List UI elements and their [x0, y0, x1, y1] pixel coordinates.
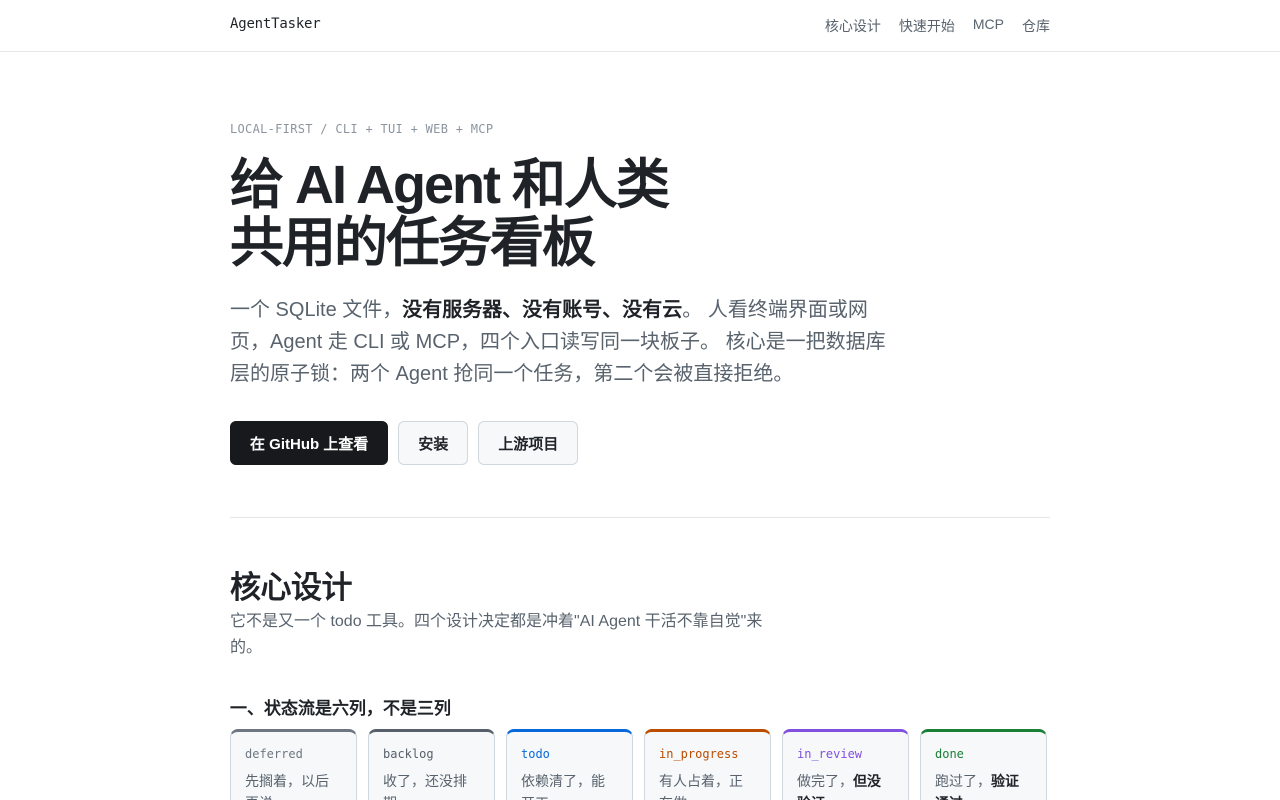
state-description: 依赖清了，能开工 [521, 770, 618, 800]
upstream-button[interactable]: 上游项目 [478, 421, 579, 465]
state-name: in_review [797, 747, 863, 761]
nav-link-mcp[interactable]: MCP [973, 16, 1004, 36]
core-design-description: 它不是又一个 todo 工具。四个设计决定都是冲着"AI Agent 干活不靠自… [230, 613, 763, 656]
state-text: 先搁着，以后再说 [245, 773, 329, 800]
state-description: 收了，还没排期 [383, 770, 480, 800]
state-text: 有人占着，正在做 [659, 773, 743, 800]
state-text: 做完了， [797, 773, 853, 789]
nav-link-repo[interactable]: 仓库 [1022, 16, 1050, 36]
nav-link-quick-start[interactable]: 快速开始 [899, 16, 955, 36]
hero-title-line-2: 共用的任务看板 [230, 213, 596, 273]
state-description: 先搁着，以后再说 [245, 770, 342, 800]
top-navbar: AgentTasker 核心设计 快速开始 MCP 仓库 [0, 0, 1280, 52]
brand-logo[interactable]: AgentTasker [230, 16, 321, 32]
hero-title-line-1: 给 AI Agent 和人类 [230, 155, 670, 215]
state-columns: deferred 先搁着，以后再说 backlog 收了，还没排期 todo 依… [230, 729, 1050, 800]
state-card-done: done 跑过了，验证通过 [920, 729, 1047, 800]
hero-desc-prefix: 一个 SQLite 文件， [230, 299, 403, 321]
state-description: 有人占着，正在做 [659, 770, 756, 800]
state-text: 依赖清了，能开工 [521, 773, 605, 800]
top-nav: 核心设计 快速开始 MCP 仓库 [825, 16, 1050, 36]
state-text: 跑过了， [935, 773, 991, 789]
core-design-title: 核心设计 [230, 570, 353, 605]
nav-link-core-design[interactable]: 核心设计 [825, 16, 881, 36]
state-card-todo: todo 依赖清了，能开工 [506, 729, 633, 800]
state-name: backlog [383, 747, 434, 761]
state-card-deferred: deferred 先搁着，以后再说 [230, 729, 357, 800]
state-flow-subtitle: 一、状态流是六列，不是三列 [230, 699, 451, 718]
github-button[interactable]: 在 GitHub 上查看 [230, 421, 389, 465]
state-name: done [935, 747, 964, 761]
state-card-backlog: backlog 收了，还没排期 [368, 729, 495, 800]
hero-description: 一个 SQLite 文件，没有服务器、没有账号、没有云。 人看终端界面或网页，A… [230, 294, 890, 390]
state-card-in-review: in_review 做完了，但没验证 [782, 729, 909, 800]
hero-kicker: LOCAL-FIRST / CLI + TUI + WEB + MCP [230, 122, 494, 136]
section-divider [230, 517, 1050, 518]
state-text: 收了，还没排期 [383, 773, 467, 800]
install-button[interactable]: 安装 [398, 421, 469, 465]
state-name: deferred [245, 747, 303, 761]
state-description: 跑过了，验证通过 [935, 770, 1032, 800]
state-card-in-progress: in_progress 有人占着，正在做 [644, 729, 771, 800]
state-name: todo [521, 747, 550, 761]
state-description: 做完了，但没验证 [797, 770, 894, 800]
hero-title: 给 AI Agent 和人类 共用的任务看板 [230, 156, 930, 272]
hero-desc-emphasis: 没有服务器、没有账号、没有云 [402, 299, 683, 321]
hero-actions: 在 GitHub 上查看 安装 上游项目 [230, 421, 579, 465]
state-name: in_progress [659, 747, 739, 761]
